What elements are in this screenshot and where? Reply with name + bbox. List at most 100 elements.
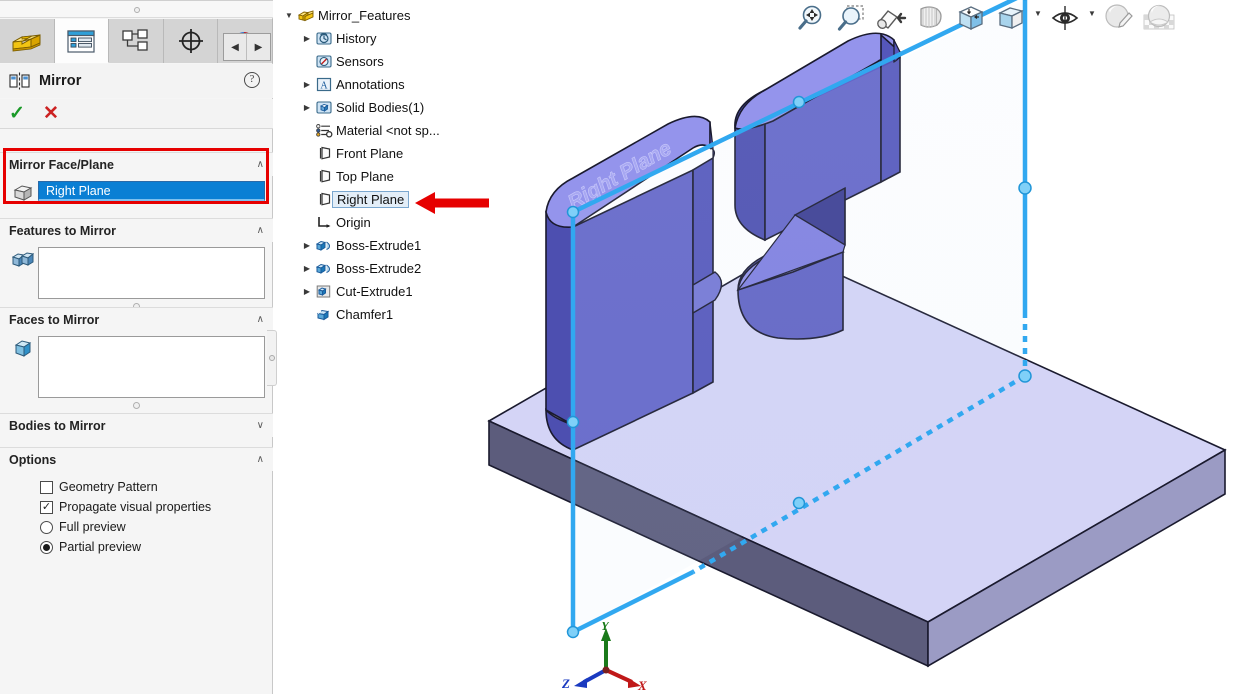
tree-node-label: Sensors xyxy=(336,54,384,69)
tree-node-history[interactable]: ▶ History xyxy=(282,27,532,50)
option-label: Partial preview xyxy=(59,540,141,554)
zoom-to-fit-button[interactable] xyxy=(792,1,830,35)
tree-node-cut-extrude1[interactable]: ▶ Cut-Extrude1 xyxy=(282,280,532,303)
face-cube-icon-wrap xyxy=(8,336,38,358)
axis-label-y: Y xyxy=(601,622,610,633)
tree-node-label: Boss-Extrude2 xyxy=(336,261,422,276)
tree-expander-icon[interactable]: ▶ xyxy=(300,103,314,112)
dimxpert-manager-tab[interactable] xyxy=(163,19,219,63)
option-partial-preview[interactable]: Partial preview xyxy=(0,537,273,557)
zoom-to-area-icon xyxy=(837,5,864,31)
tree-node-boss-extrude2[interactable]: ▶ Boss-Extrude2 xyxy=(282,257,532,280)
mirror-face-plane-header[interactable]: Mirror Face/Plane ∧ xyxy=(0,152,273,176)
previous-view-icon xyxy=(877,10,907,29)
tree-node-annotations[interactable]: ▶ A Annotations xyxy=(282,73,532,96)
zoom-to-area-button[interactable] xyxy=(832,1,870,35)
mirror-face-plane-section: Mirror Face/Plane ∧ Right Plane xyxy=(0,152,273,202)
hide-show-items-dropdown[interactable]: ▼ xyxy=(1086,9,1098,27)
tree-node-label: Cut-Extrude1 xyxy=(336,284,413,299)
panel-collapse-dot[interactable] xyxy=(134,7,140,13)
tree-expander-icon[interactable]: ▶ xyxy=(300,287,314,296)
plane-handle-top-mid xyxy=(792,95,806,109)
sensors-icon xyxy=(314,54,334,69)
right-plane-callout-arrow xyxy=(415,192,489,214)
section-label: Features to Mirror xyxy=(9,223,116,238)
axis-label-z: Z xyxy=(561,676,570,691)
tree-node-label: Origin xyxy=(336,215,371,230)
faces-to-mirror-row xyxy=(0,331,273,398)
tree-node-solid-bodies-1[interactable]: ▶ Solid Bodies(1) xyxy=(282,96,532,119)
display-style-button[interactable] xyxy=(992,1,1030,35)
tree-node-right-plane[interactable]: Right Plane xyxy=(282,188,532,211)
tree-expander-icon[interactable]: ▶ xyxy=(300,264,314,273)
chevron-up-icon: ∧ xyxy=(256,454,264,465)
edit-appearance-icon xyxy=(1105,4,1133,28)
tree-node-label: Chamfer1 xyxy=(336,307,394,322)
cancel-button[interactable]: ✕ xyxy=(34,104,68,123)
plane-handle-left-mid xyxy=(566,415,580,429)
features-to-mirror-box[interactable] xyxy=(38,247,265,299)
edit-appearance-button[interactable] xyxy=(1100,1,1138,35)
solidworks-window: ◀ ▶ Mirror ? ✓ ✕ Mirror Face/Plane ∧ Rig… xyxy=(0,0,1250,694)
checkbox-icon xyxy=(40,480,53,494)
yellow-block-icon xyxy=(12,34,41,52)
features-to-mirror-row xyxy=(0,242,273,299)
faces-to-mirror-box[interactable] xyxy=(38,336,265,398)
page-title: Mirror xyxy=(39,73,82,89)
mirror-face-plane-input[interactable]: Right Plane xyxy=(38,181,265,202)
bodies-to-mirror-section: Bodies to Mirror ∨ xyxy=(0,413,273,437)
previous-view-button[interactable] xyxy=(872,1,910,35)
plane-icon xyxy=(314,169,334,184)
tree-node-boss-extrude1[interactable]: ▶ Boss-Extrude1 xyxy=(282,234,532,257)
property-manager-tab[interactable] xyxy=(54,19,110,63)
option-label: Geometry Pattern xyxy=(59,480,158,494)
accept-button[interactable]: ✓ xyxy=(0,104,34,123)
chevron-down-icon: ∨ xyxy=(256,420,264,431)
section-view-button[interactable] xyxy=(912,1,950,35)
plane-icon xyxy=(314,146,334,161)
property-list-icon xyxy=(67,29,95,53)
option-propagate-visual-properties[interactable]: ✓ Propagate visual properties xyxy=(0,497,273,517)
tab-nav-next[interactable]: ▶ xyxy=(247,34,270,60)
chevron-up-icon: ∧ xyxy=(256,314,264,325)
tree-node-label: Right Plane xyxy=(332,191,410,208)
configuration-manager-tab[interactable] xyxy=(109,19,164,63)
tree-node-label: Top Plane xyxy=(336,169,394,184)
tree-node-mirror-features[interactable]: ▼ Mirror_Features xyxy=(282,4,532,27)
tree-expander-icon[interactable]: ▶ xyxy=(300,80,314,89)
option-geometry-pattern[interactable]: Geometry Pattern xyxy=(0,477,273,497)
tree-node-sensors[interactable]: Sensors xyxy=(282,50,532,73)
faces-resize-dot[interactable] xyxy=(133,402,140,409)
faces-to-mirror-section: Faces to Mirror ∧ xyxy=(0,307,273,415)
tree-expander-icon[interactable]: ▼ xyxy=(282,11,296,20)
help-icon[interactable]: ? xyxy=(244,72,260,88)
hide-show-items-button[interactable] xyxy=(1046,1,1084,35)
tree-node-material-not-sp[interactable]: Material <not sp... xyxy=(282,119,532,142)
display-style-dropdown[interactable]: ▼ xyxy=(1032,9,1044,27)
tree-expander-icon[interactable]: ▶ xyxy=(300,241,314,250)
mirror-icon xyxy=(9,72,30,90)
radio-selected-icon xyxy=(40,540,53,554)
feature-manager-tab[interactable] xyxy=(0,19,55,63)
tab-nav-prev[interactable]: ◀ xyxy=(224,34,248,60)
features-to-mirror-header[interactable]: Features to Mirror ∧ xyxy=(0,218,273,242)
plane-icon xyxy=(314,192,334,207)
tree-node-front-plane[interactable]: Front Plane xyxy=(282,142,532,165)
faces-to-mirror-header[interactable]: Faces to Mirror ∧ xyxy=(0,307,273,331)
options-header[interactable]: Options ∧ xyxy=(0,447,273,471)
panel-top-strip xyxy=(0,0,273,18)
view-orientation-button[interactable] xyxy=(952,1,990,35)
option-label: Full preview xyxy=(59,520,126,534)
viewport-toolbar: ▼ ▼ xyxy=(792,0,1178,36)
apply-scene-button[interactable] xyxy=(1140,1,1178,35)
bodies-to-mirror-header[interactable]: Bodies to Mirror ∨ xyxy=(0,413,273,437)
tree-expander-icon[interactable]: ▶ xyxy=(300,34,314,43)
axis-triad: Y X Z xyxy=(561,622,647,692)
tree-node-chamfer1[interactable]: Chamfer1 xyxy=(282,303,532,326)
tree-node-origin[interactable]: Origin xyxy=(282,211,532,234)
panel-splitter[interactable] xyxy=(267,330,277,386)
option-full-preview[interactable]: Full preview xyxy=(0,517,273,537)
tree-node-top-plane[interactable]: Top Plane xyxy=(282,165,532,188)
tree-node-label: Annotations xyxy=(336,77,405,92)
plane-handle-bottom-mid xyxy=(792,496,806,510)
